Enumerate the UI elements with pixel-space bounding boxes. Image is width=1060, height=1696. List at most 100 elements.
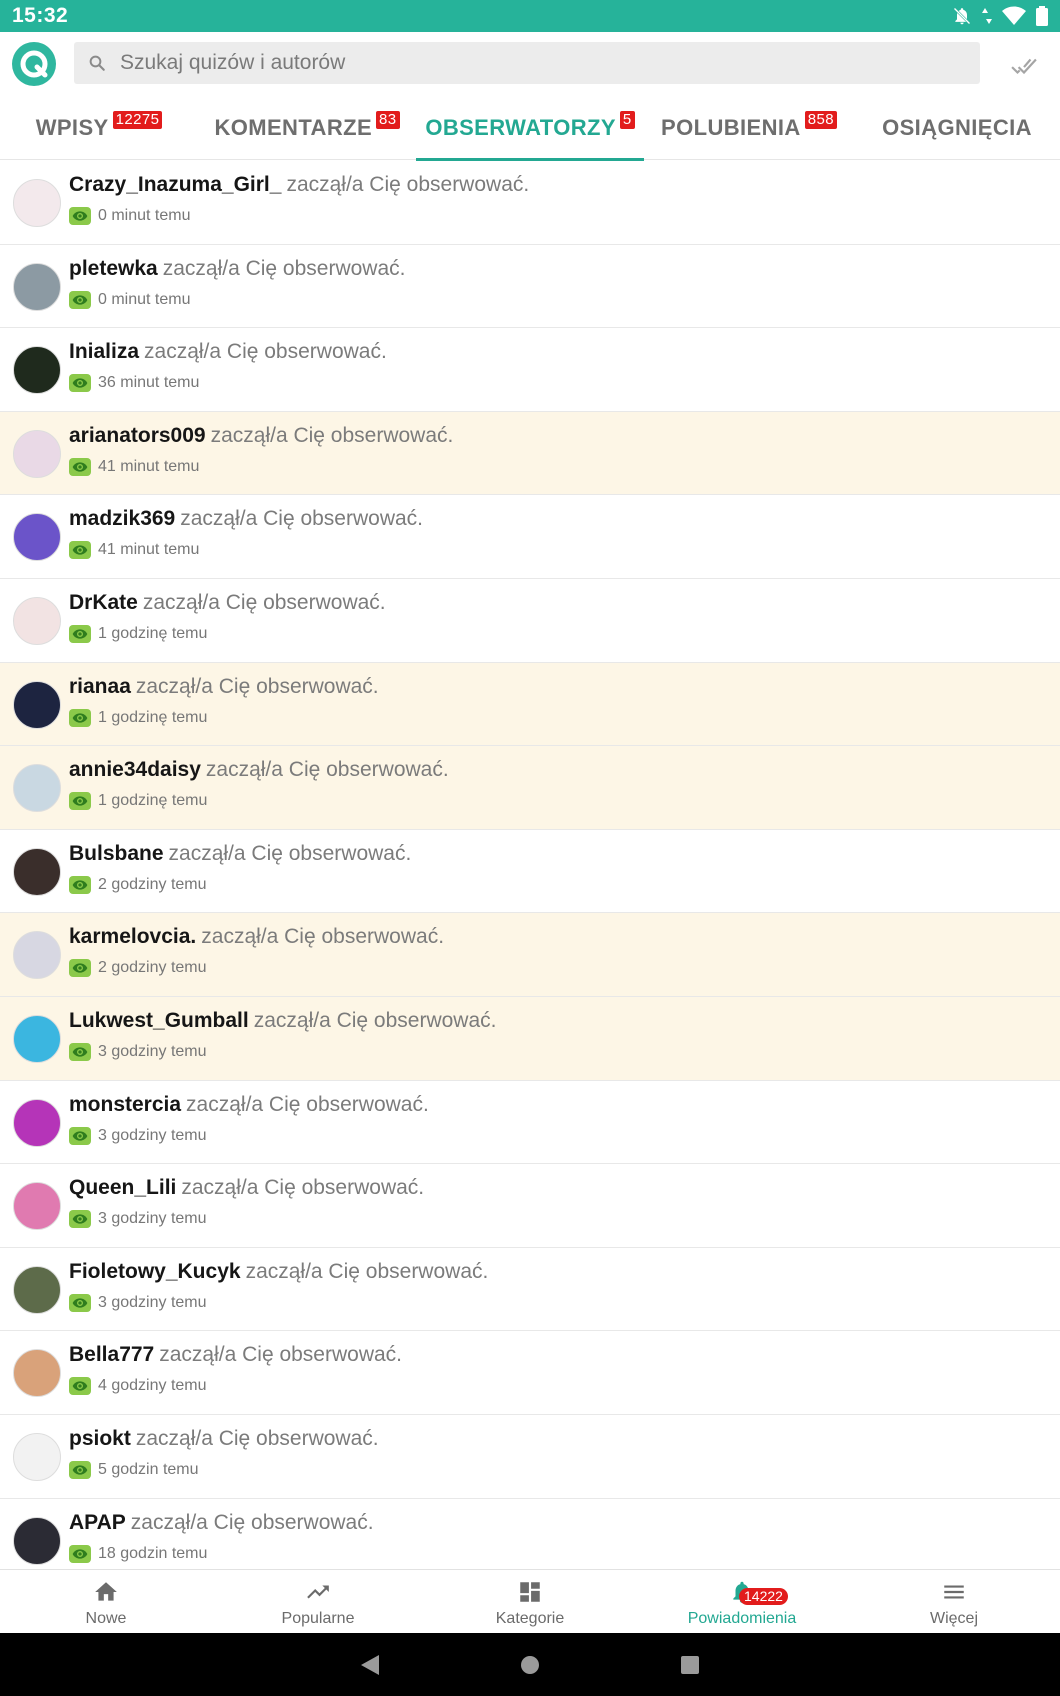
avatar[interactable]	[13, 931, 61, 980]
username[interactable]: pletewka	[69, 257, 158, 280]
username[interactable]: APAP	[69, 1511, 126, 1534]
tab-obserwatorzy[interactable]: OBSERWATORZY 5	[416, 96, 644, 161]
notification-text: monstercia zaczął/a Cię obserwować.	[69, 1093, 429, 1117]
notification-row[interactable]: rianaa zaczął/a Cię obserwować. 1 godzinę …	[0, 662, 1060, 747]
eye-icon	[69, 1210, 91, 1229]
nav-item-wiecej[interactable]: Więcej	[848, 1570, 1060, 1634]
eye-icon	[69, 1377, 91, 1396]
nav-item-nowe[interactable]: Nowe	[0, 1570, 212, 1634]
notification-row[interactable]: psiokt zaczął/a Cię obserwować. 5 godzin t…	[0, 1414, 1060, 1499]
nav-label: Kategorie	[495, 1610, 565, 1627]
username[interactable]: Inializa	[69, 340, 139, 363]
username[interactable]: madzik369	[69, 507, 175, 530]
avatar[interactable]	[13, 1014, 61, 1063]
avatar[interactable]	[13, 1098, 61, 1147]
avatar[interactable]	[13, 429, 61, 478]
avatar[interactable]	[13, 1349, 61, 1398]
action-text: zaczął/a Cię obserwować.	[210, 423, 454, 447]
username[interactable]: Bella777	[69, 1343, 154, 1366]
notification-row[interactable]: Lukwest_Gumball zaczął/a Cię obserwować. 3…	[0, 996, 1060, 1081]
tab-label: POLUBIENIA	[661, 115, 801, 140]
avatar[interactable]	[13, 680, 61, 729]
search-bar[interactable]	[74, 42, 980, 84]
notification-text: pletewka zaczął/a Cię obserwować.	[69, 257, 406, 281]
avatar[interactable]	[13, 1182, 61, 1231]
action-text: zaczął/a Cię obserwować.	[142, 590, 386, 614]
search-input[interactable]	[120, 51, 940, 75]
system-navigation-bar	[0, 1633, 1060, 1696]
username[interactable]: Queen_Lili	[69, 1176, 176, 1199]
timestamp: 5 godzin temu	[98, 1460, 199, 1478]
notification-meta: 5 godzin temu	[69, 1460, 199, 1479]
notification-row[interactable]: pletewka zaczął/a Cię obserwować. 0 minut …	[0, 244, 1060, 329]
notification-row[interactable]: APAP zaczął/a Cię obserwować. 18 godzin te…	[0, 1498, 1060, 1569]
notification-row[interactable]: Crazy_Inazuma_Girl_ zaczął/a Cię obserwow…	[0, 161, 1060, 245]
action-text: zaczął/a Cię obserwować.	[205, 758, 449, 782]
nav-item-powiadomienia[interactable]: 14222 Powiadomienia	[636, 1570, 848, 1634]
back-button[interactable]	[350, 1645, 390, 1685]
avatar[interactable]	[13, 513, 61, 562]
avatar[interactable]	[13, 346, 61, 395]
username[interactable]: DrKate	[69, 591, 138, 614]
tab-komentarze[interactable]: KOMENTARZE 83	[198, 96, 416, 160]
timestamp: 3 godziny temu	[98, 1042, 207, 1060]
tab-wpisy[interactable]: WPISY 12275	[0, 96, 198, 160]
username[interactable]: Bulsbane	[69, 842, 164, 865]
notification-text: Crazy_Inazuma_Girl_ zaczął/a Cię obserwow…	[69, 173, 529, 197]
app-logo[interactable]	[12, 42, 56, 86]
username[interactable]: karmelovcia.	[69, 925, 196, 948]
username[interactable]: psiokt	[69, 1427, 131, 1450]
notification-row[interactable]: karmelovcia. zaczął/a Cię obserwować. 2 go…	[0, 913, 1060, 997]
username[interactable]: arianators009	[69, 424, 206, 447]
action-text: zaczął/a Cię obserwować.	[253, 1008, 497, 1032]
username[interactable]: rianaa	[69, 675, 131, 698]
eye-icon	[69, 457, 91, 476]
home-button[interactable]	[510, 1645, 550, 1685]
avatar[interactable]	[13, 1516, 61, 1565]
notification-row[interactable]: Fioletowy_Kucyk zaczął/a Cię obserwować. 3…	[0, 1247, 1060, 1332]
mark-all-read-button[interactable]	[1010, 52, 1038, 80]
nav-item-kategorie[interactable]: Kategorie	[424, 1570, 636, 1634]
status-time: 15:32	[12, 4, 69, 27]
username[interactable]: Lukwest_Gumball	[69, 1009, 249, 1032]
tab-badge: 5	[619, 111, 635, 129]
username[interactable]: annie34daisy	[69, 758, 201, 781]
followers-notification-list[interactable]: Crazy_Inazuma_Girl_ zaczął/a Cię obserwow…	[0, 161, 1060, 1569]
notification-row[interactable]: madzik369 zaczął/a Cię obserwować. 41 minu…	[0, 495, 1060, 579]
tab-polubienia[interactable]: POLUBIENIA 858	[644, 96, 854, 160]
notification-row[interactable]: Inializa zaczął/a Cię obserwować. 36 minut…	[0, 328, 1060, 412]
notification-row[interactable]: Queen_Lili zaczął/a Cię obserwować. 3 godz…	[0, 1164, 1060, 1248]
username[interactable]: monstercia	[69, 1093, 181, 1116]
tab-osiagniecia[interactable]: OSIĄGNIĘCIA	[854, 96, 1060, 160]
notification-row[interactable]: arianators009 zaczął/a Cię obserwować. 41 …	[0, 411, 1060, 496]
notification-meta: 3 godziny temu	[69, 1126, 207, 1145]
recents-button[interactable]	[670, 1645, 710, 1685]
notification-row[interactable]: DrKate zaczął/a Cię obserwować. 1 godzinę …	[0, 578, 1060, 663]
avatar[interactable]	[13, 847, 61, 896]
timestamp: 0 minut temu	[98, 207, 191, 224]
notification-row[interactable]: Bulsbane zaczął/a Cię obserwować. 2 godzin…	[0, 829, 1060, 914]
avatar[interactable]	[13, 1432, 61, 1481]
action-text: zaczął/a Cię obserwować.	[168, 841, 412, 865]
timestamp: 3 godziny temu	[98, 1210, 207, 1228]
tab-label: WPISY	[35, 115, 109, 140]
eye-icon	[69, 290, 91, 309]
notification-row[interactable]: annie34daisy zaczął/a Cię obserwować. 1 go…	[0, 746, 1060, 830]
avatar[interactable]	[13, 179, 61, 227]
nav-item-popularne[interactable]: Popularne	[212, 1570, 424, 1634]
avatar[interactable]	[13, 1265, 61, 1314]
eye-icon	[69, 1293, 91, 1312]
tab-label: KOMENTARZE	[214, 115, 373, 140]
action-text: zaczął/a Cię obserwować.	[286, 173, 530, 196]
username[interactable]: Crazy_Inazuma_Girl_	[69, 173, 281, 196]
notification-text: karmelovcia. zaczął/a Cię obserwować.	[69, 925, 444, 949]
notification-row[interactable]: Bella777 zaczął/a Cię obserwować. 4 godzin…	[0, 1331, 1060, 1415]
avatar[interactable]	[13, 262, 61, 311]
quiz-logo-icon	[20, 50, 48, 78]
notification-row[interactable]: monstercia zaczął/a Cię obserwować. 3 godz…	[0, 1080, 1060, 1165]
avatar[interactable]	[13, 764, 61, 813]
notification-text: DrKate zaczął/a Cię obserwować.	[69, 591, 386, 615]
avatar[interactable]	[13, 596, 61, 645]
username[interactable]: Fioletowy_Kucyk	[69, 1260, 241, 1283]
timestamp: 2 godziny temu	[98, 959, 207, 977]
